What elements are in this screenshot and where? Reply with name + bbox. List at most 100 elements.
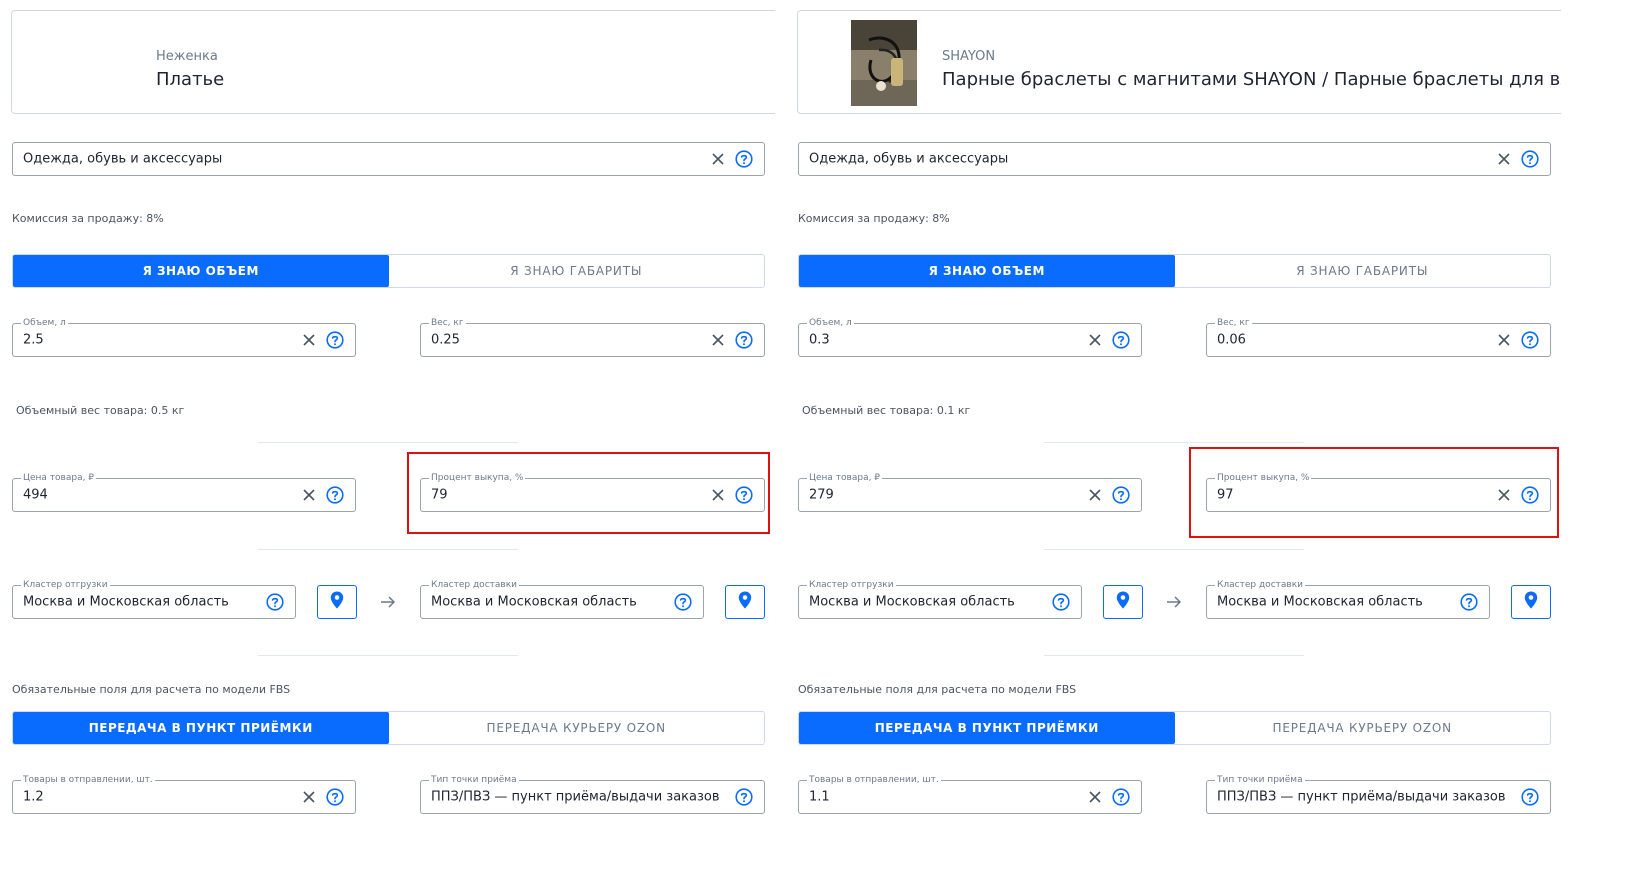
tab-ozon-courier[interactable]: ПЕРЕДАЧА КУРЬЕРУ OZON xyxy=(1175,712,1551,744)
volume-label: Объем, л xyxy=(21,317,68,329)
volumetric-weight-text: Объемный вес товара: 0.1 кг xyxy=(802,404,971,417)
help-icon[interactable] xyxy=(674,593,692,611)
weight-value: 0.06 xyxy=(1217,332,1246,348)
delivery-cluster-label: Кластер доставки xyxy=(1215,579,1305,591)
help-icon[interactable] xyxy=(326,486,344,504)
map-pin-icon xyxy=(738,591,752,613)
tab-know-dimensions[interactable]: Я ЗНАЮ ГАБАРИТЫ xyxy=(389,255,765,287)
help-icon[interactable] xyxy=(735,150,753,168)
help-icon[interactable] xyxy=(1521,150,1539,168)
items-in-shipment-label: Товары в отправлении, шт. xyxy=(807,774,941,786)
help-icon[interactable] xyxy=(1052,593,1070,611)
category-value: Одежда, обувь и аксессуары xyxy=(23,151,223,167)
commission-text: Комиссия за продажу: 8% xyxy=(798,212,950,225)
clear-icon[interactable] xyxy=(709,150,727,168)
help-icon[interactable] xyxy=(735,331,753,349)
category-value: Одежда, обувь и аксессуары xyxy=(809,151,1009,167)
clear-icon[interactable] xyxy=(1086,788,1104,806)
product-card: SHAYON Парные браслеты с магнитами SHAYO… xyxy=(797,10,1561,114)
help-icon[interactable] xyxy=(735,788,753,806)
delivery-cluster-label: Кластер доставки xyxy=(429,579,519,591)
delivery-cluster-field[interactable]: Кластер доставки Москва и Московская обл… xyxy=(1206,579,1490,619)
map-pin-icon xyxy=(1116,591,1130,613)
delivery-cluster-value: Москва и Московская область xyxy=(431,594,637,610)
tab-pickup-point[interactable]: ПЕРЕДАЧА В ПУНКТ ПРИЁМКИ xyxy=(13,712,389,744)
fbs-required-note: Обязательные поля для расчета по модели … xyxy=(12,683,291,696)
items-in-shipment-value: 1.2 xyxy=(23,789,44,805)
ship-cluster-label: Кластер отгрузки xyxy=(807,579,896,591)
tab-know-volume[interactable]: Я ЗНАЮ ОБЪЕМ xyxy=(13,255,389,287)
volume-label: Объем, л xyxy=(807,317,854,329)
help-icon[interactable] xyxy=(326,331,344,349)
product-brand: Неженка xyxy=(156,49,218,64)
volume-value: 2.5 xyxy=(23,332,44,348)
fbs-required-note: Обязательные поля для расчета по модели … xyxy=(798,683,1077,696)
product-name: Парные браслеты с магнитами SHAYON / Пар… xyxy=(942,69,1561,90)
help-icon[interactable] xyxy=(1112,331,1130,349)
price-field[interactable]: Цена товара, ₽ 279 xyxy=(798,472,1142,512)
weight-field[interactable]: Вес, кг 0.25 xyxy=(420,317,765,357)
weight-value: 0.25 xyxy=(431,332,460,348)
tab-know-volume[interactable]: Я ЗНАЮ ОБЪЕМ xyxy=(799,255,1175,287)
delivery-cluster-field[interactable]: Кластер доставки Москва и Московская обл… xyxy=(420,579,704,619)
delivery-cluster-value: Москва и Московская область xyxy=(1217,594,1423,610)
clear-icon[interactable] xyxy=(1086,486,1104,504)
product-brand: SHAYON xyxy=(942,49,996,64)
help-icon[interactable] xyxy=(326,788,344,806)
map-pin-icon xyxy=(1524,591,1538,613)
pickup-point-type-value: ППЗ/ПВЗ — пункт приёма/выдачи заказов xyxy=(1217,789,1506,805)
fbs-mode-toggle: ПЕРЕДАЧА В ПУНКТ ПРИЁМКИ ПЕРЕДАЧА КУРЬЕР… xyxy=(12,711,765,745)
pickup-point-type-label: Тип точки приёма xyxy=(1215,774,1305,786)
tab-ozon-courier[interactable]: ПЕРЕДАЧА КУРЬЕРУ OZON xyxy=(389,712,765,744)
price-field[interactable]: Цена товара, ₽ 494 xyxy=(12,472,356,512)
divider xyxy=(1044,549,1304,550)
clear-icon[interactable] xyxy=(1086,331,1104,349)
clear-icon[interactable] xyxy=(300,788,318,806)
help-icon[interactable] xyxy=(1521,331,1539,349)
pickup-point-type-label: Тип точки приёма xyxy=(429,774,519,786)
category-select[interactable]: Одежда, обувь и аксессуары xyxy=(798,142,1551,176)
divider xyxy=(258,655,518,656)
ship-cluster-map-button[interactable] xyxy=(317,585,357,619)
tab-pickup-point[interactable]: ПЕРЕДАЧА В ПУНКТ ПРИЁМКИ xyxy=(799,712,1175,744)
commission-text: Комиссия за продажу: 8% xyxy=(12,212,164,225)
price-value: 279 xyxy=(809,487,834,503)
delivery-cluster-map-button[interactable] xyxy=(725,585,765,619)
items-in-shipment-field[interactable]: Товары в отправлении, шт. 1.1 xyxy=(798,774,1142,814)
volumetric-weight-text: Объемный вес товара: 0.5 кг xyxy=(16,404,185,417)
ship-cluster-map-button[interactable] xyxy=(1103,585,1143,619)
product-card: Неженка Платье xyxy=(11,10,775,114)
ship-cluster-field[interactable]: Кластер отгрузки Москва и Московская обл… xyxy=(12,579,296,619)
divider xyxy=(258,549,518,550)
help-icon[interactable] xyxy=(1112,486,1130,504)
volume-field[interactable]: Объем, л 2.5 xyxy=(12,317,356,357)
clear-icon[interactable] xyxy=(1495,150,1513,168)
divider xyxy=(258,442,518,443)
pickup-point-type-select[interactable]: Тип точки приёма ППЗ/ПВЗ — пункт приёма/… xyxy=(420,774,765,814)
pickup-point-type-value: ППЗ/ПВЗ — пункт приёма/выдачи заказов xyxy=(431,789,720,805)
calculator-panel: SHAYON Парные браслеты с магнитами SHAYO… xyxy=(786,0,1561,882)
help-icon[interactable] xyxy=(266,593,284,611)
ship-cluster-value: Москва и Московская область xyxy=(809,594,1015,610)
help-icon[interactable] xyxy=(1112,788,1130,806)
fbs-mode-toggle: ПЕРЕДАЧА В ПУНКТ ПРИЁМКИ ПЕРЕДАЧА КУРЬЕР… xyxy=(798,711,1551,745)
clear-icon[interactable] xyxy=(300,486,318,504)
size-mode-toggle: Я ЗНАЮ ОБЪЕМ Я ЗНАЮ ГАБАРИТЫ xyxy=(798,254,1551,288)
pickup-point-type-select[interactable]: Тип точки приёма ППЗ/ПВЗ — пункт приёма/… xyxy=(1206,774,1551,814)
ship-cluster-label: Кластер отгрузки xyxy=(21,579,110,591)
tab-know-dimensions[interactable]: Я ЗНАЮ ГАБАРИТЫ xyxy=(1175,255,1551,287)
help-icon[interactable] xyxy=(1521,788,1539,806)
calculator-panel: Неженка Платье Одежда, обувь и аксессуар… xyxy=(0,0,775,882)
help-icon[interactable] xyxy=(1460,593,1478,611)
clear-icon[interactable] xyxy=(300,331,318,349)
highlight-box xyxy=(407,452,770,534)
delivery-cluster-map-button[interactable] xyxy=(1511,585,1551,619)
ship-cluster-field[interactable]: Кластер отгрузки Москва и Московская обл… xyxy=(798,579,1082,619)
volume-field[interactable]: Объем, л 0.3 xyxy=(798,317,1142,357)
category-select[interactable]: Одежда, обувь и аксессуары xyxy=(12,142,765,176)
clear-icon[interactable] xyxy=(1495,331,1513,349)
items-in-shipment-value: 1.1 xyxy=(809,789,830,805)
weight-field[interactable]: Вес, кг 0.06 xyxy=(1206,317,1551,357)
clear-icon[interactable] xyxy=(709,331,727,349)
items-in-shipment-field[interactable]: Товары в отправлении, шт. 1.2 xyxy=(12,774,356,814)
